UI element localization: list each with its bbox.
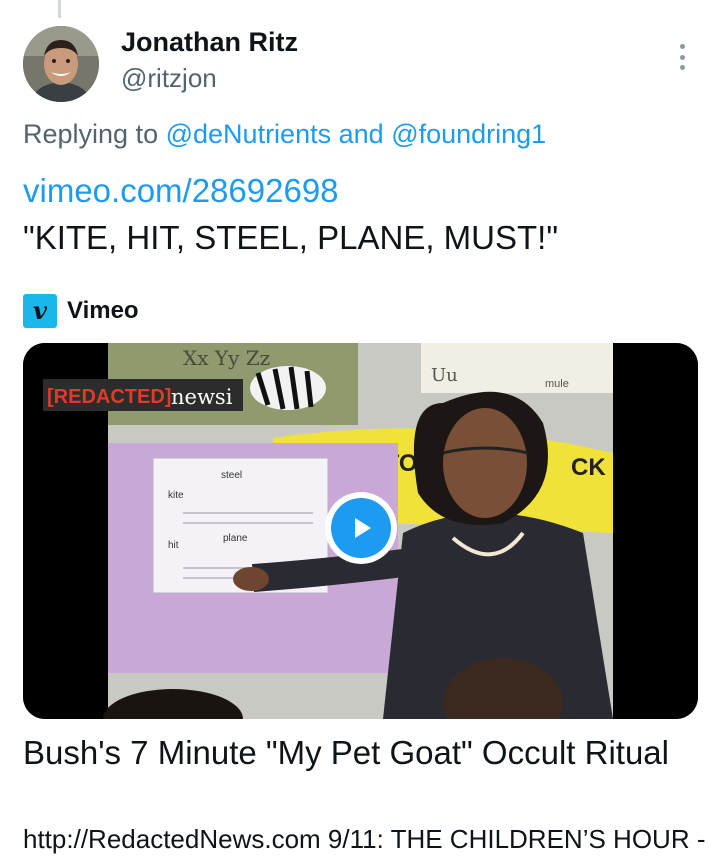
- vimeo-logo-icon: v: [23, 294, 57, 328]
- board-letters: Xx Yy Zz: [183, 346, 270, 370]
- card-description[interactable]: http://RedactedNews.com 9/11: THE CHILDR…: [23, 824, 705, 855]
- worksheet-word-3: steel: [221, 470, 242, 481]
- user-avatar-icon: [23, 26, 99, 102]
- overlay-logo-white: newsi: [171, 385, 233, 409]
- more-dot: [679, 65, 685, 70]
- card-top-right-label: mule: [545, 378, 569, 390]
- more-vertical-icon: [679, 44, 685, 49]
- card-source[interactable]: v Vimeo: [23, 294, 139, 328]
- avatar[interactable]: [23, 26, 99, 102]
- mention-and[interactable]: and: [339, 119, 384, 149]
- thread-connector-line: [58, 0, 61, 18]
- mention-link-foundring1[interactable]: @foundring1: [391, 119, 546, 149]
- board-banner-right: CK: [571, 454, 606, 481]
- card-source-name: Vimeo: [67, 297, 139, 324]
- worksheet-word-2: hit: [168, 540, 179, 551]
- card-top-right: Uu: [431, 365, 458, 386]
- overlay-logo-red: [REDACTED]: [47, 386, 171, 408]
- tweet-body-text: "KITE, HIT, STEEL, PLANE, MUST!": [23, 219, 559, 256]
- video-thumbnail[interactable]: Xx Yy Zz [REDACTED] newsi Uu mule APPY T…: [23, 343, 698, 719]
- zebra-icon: [250, 366, 326, 410]
- worksheet-word-1: kite: [168, 490, 184, 501]
- play-icon: [331, 498, 391, 558]
- replying-to-label: Replying to: [23, 119, 159, 149]
- display-name[interactable]: Jonathan Ritz: [121, 27, 298, 58]
- play-button[interactable]: [325, 492, 397, 564]
- worksheet-word-4: plane: [223, 533, 248, 544]
- tweet-link[interactable]: vimeo.com/28692698: [23, 172, 339, 210]
- more-options-button[interactable]: [670, 40, 694, 74]
- more-dot: [679, 54, 685, 60]
- play-triangle-icon: [355, 518, 371, 538]
- replying-to-line: Replying to @deNutrients and @foundring1: [23, 119, 546, 150]
- card-title[interactable]: Bush's 7 Minute "My Pet Goat" Occult Rit…: [23, 731, 683, 775]
- mention-link-denutrients[interactable]: @deNutrients: [166, 119, 331, 149]
- user-handle[interactable]: @ritzjon: [121, 63, 217, 94]
